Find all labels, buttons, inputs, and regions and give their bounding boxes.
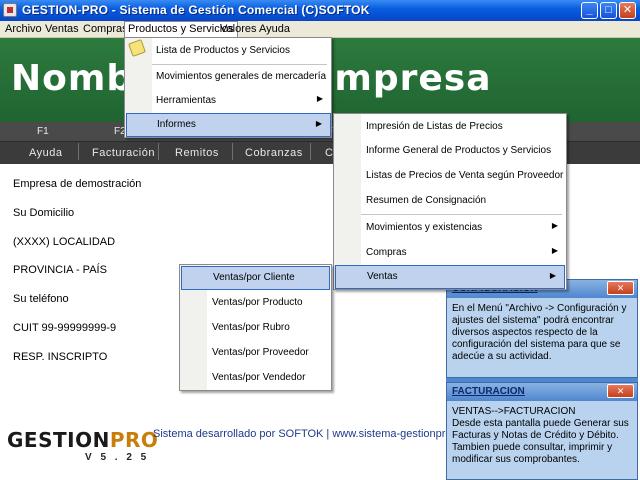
menu-item-label: Listas de Precios de Venta según Proveed… (366, 170, 564, 181)
key-f1: F1 (37, 126, 49, 137)
menu-item-label: Impresión de Listas de Precios (366, 121, 503, 132)
company-cuit: CUIT 99-99999999-9 (13, 322, 117, 334)
menu-item-resumen-consignacion[interactable]: Resumen de Consignación (334, 189, 566, 213)
toolbar-divider (232, 143, 233, 160)
menu-item-informe-general[interactable]: Informe General de Productos y Servicios (334, 139, 566, 163)
window-title: GESTION-PRO - Sistema de Gestión Comerci… (22, 3, 370, 17)
fbutton-cobranzas[interactable]: Cobranzas (245, 147, 303, 159)
gestionpro-logo: GESTIONPRO V 5 . 2 5 (7, 428, 159, 463)
menu-item-ventas[interactable]: Ventas ▶ (335, 265, 565, 289)
menu-item-movimientos-existencias[interactable]: Movimientos y existencias ▶ (334, 216, 566, 240)
ventas-submenu: Ventas/por Cliente Ventas/por Producto V… (179, 264, 332, 391)
chevron-right-icon: ▶ (315, 119, 322, 128)
chevron-right-icon: ▶ (551, 221, 558, 230)
menu-item-label: Movimientos generales de mercadería (156, 71, 327, 82)
company-phone: Su teléfono (13, 293, 69, 305)
close-button[interactable]: ✕ (619, 2, 636, 19)
menu-compras[interactable]: Compras (83, 23, 128, 35)
facturacion-panel-text: VENTAS-->FACTURACION Desde esta pantalla… (452, 406, 629, 465)
menu-item-label: Ventas (367, 271, 398, 282)
menu-item-label: Ventas/por Vendedor (212, 372, 306, 383)
developer-credit[interactable]: Sistema desarrollado por SOFTOK | www.si… (153, 428, 475, 440)
menu-item-ventas-por-rubro[interactable]: Ventas/por Rubro (180, 316, 331, 340)
config-tip-panel: CONFIGURACION ✕ En el Menú "Archivo -> C… (446, 279, 638, 378)
menu-item-label: Ventas/por Proveedor (212, 347, 309, 358)
menu-ventas[interactable]: Ventas (45, 23, 79, 35)
fbutton-remitos[interactable]: Remitos (175, 147, 219, 159)
menu-item-ventas-por-proveedor[interactable]: Ventas/por Proveedor (180, 341, 331, 365)
facturacion-tip-panel: FACTURACION ✕ VENTAS-->FACTURACION Desde… (446, 382, 638, 480)
informes-submenu: Impresión de Listas de Precios Informe G… (333, 113, 567, 290)
chevron-right-icon: ▶ (551, 246, 558, 255)
menu-item-herramientas[interactable]: Herramientas ▶ (125, 89, 331, 113)
note-icon (128, 39, 146, 57)
menu-item-label: Informe General de Productos y Servicios (366, 145, 552, 156)
close-icon[interactable]: ✕ (607, 281, 634, 295)
version-label: V 5 . 2 5 (85, 452, 150, 463)
config-panel-text: En el Menú "Archivo -> Configuración y a… (452, 303, 627, 362)
menu-valores[interactable]: Valores (220, 23, 256, 35)
menu-item-ventas-por-producto[interactable]: Ventas/por Producto (180, 291, 331, 315)
fbutton-facturacion[interactable]: Facturación (92, 147, 155, 159)
title-bar: GESTION-PRO - Sistema de Gestión Comerci… (0, 0, 640, 21)
app-icon[interactable] (3, 3, 17, 17)
menu-separator (361, 214, 562, 215)
company-locality: (XXXX) LOCALIDAD (13, 236, 116, 248)
company-address: Su Domicilio (13, 207, 75, 219)
menu-item-movimientos-generales[interactable]: Movimientos generales de mercadería (125, 64, 331, 88)
minimize-button[interactable]: _ (581, 2, 598, 19)
menu-item-label: Ventas/por Rubro (212, 322, 290, 333)
toolbar-divider (310, 143, 311, 160)
menu-item-label: Informes (157, 119, 196, 130)
chevron-right-icon: ▶ (549, 271, 556, 280)
productos-menu: Lista de Productos y Servicios Movimient… (124, 37, 332, 138)
menu-item-lista-productos[interactable]: Lista de Productos y Servicios (125, 38, 331, 64)
fbutton-ayuda[interactable]: Ayuda (29, 147, 63, 159)
menu-item-label: Compras (366, 247, 407, 258)
menu-item-label: Resumen de Consignación (366, 195, 487, 206)
menu-item-listas-por-proveedor[interactable]: Listas de Precios de Venta según Proveed… (334, 164, 566, 188)
company-province: PROVINCIA - PAÍS (13, 264, 107, 276)
menu-item-label: Herramientas (156, 95, 217, 106)
logo-gestion: GESTION (7, 428, 110, 452)
company-tax-status: RESP. INSCRIPTO (13, 351, 108, 363)
menu-item-informes[interactable]: Informes ▶ (126, 113, 331, 137)
menu-item-label: Lista de Productos y Servicios (156, 45, 290, 56)
menu-item-label: Ventas/por Producto (212, 297, 303, 308)
menu-item-impresion-listas[interactable]: Impresión de Listas de Precios (334, 115, 566, 139)
menu-archivo[interactable]: Archivo (5, 23, 42, 35)
close-icon[interactable]: ✕ (607, 384, 634, 398)
facturacion-panel-header: FACTURACION ✕ (447, 383, 637, 401)
company-name: Empresa de demostración (13, 178, 142, 190)
menu-ayuda[interactable]: Ayuda (259, 23, 290, 35)
chevron-right-icon: ▶ (316, 94, 323, 103)
menu-item-label: Movimientos y existencias (366, 222, 483, 233)
maximize-button[interactable]: □ (600, 2, 617, 19)
menu-item-compras[interactable]: Compras ▶ (334, 241, 566, 265)
menu-item-ventas-por-cliente[interactable]: Ventas/por Cliente (181, 266, 330, 290)
facturacion-panel-title: FACTURACION (452, 386, 525, 397)
menu-item-ventas-por-vendedor[interactable]: Ventas/por Vendedor (180, 366, 331, 390)
menu-bar: Archivo Ventas Compras Productos y Servi… (0, 21, 640, 38)
logo-pro: PRO (109, 428, 159, 452)
toolbar-divider (78, 143, 79, 160)
menu-item-label: Ventas/por Cliente (213, 272, 295, 283)
toolbar-divider (158, 143, 159, 160)
